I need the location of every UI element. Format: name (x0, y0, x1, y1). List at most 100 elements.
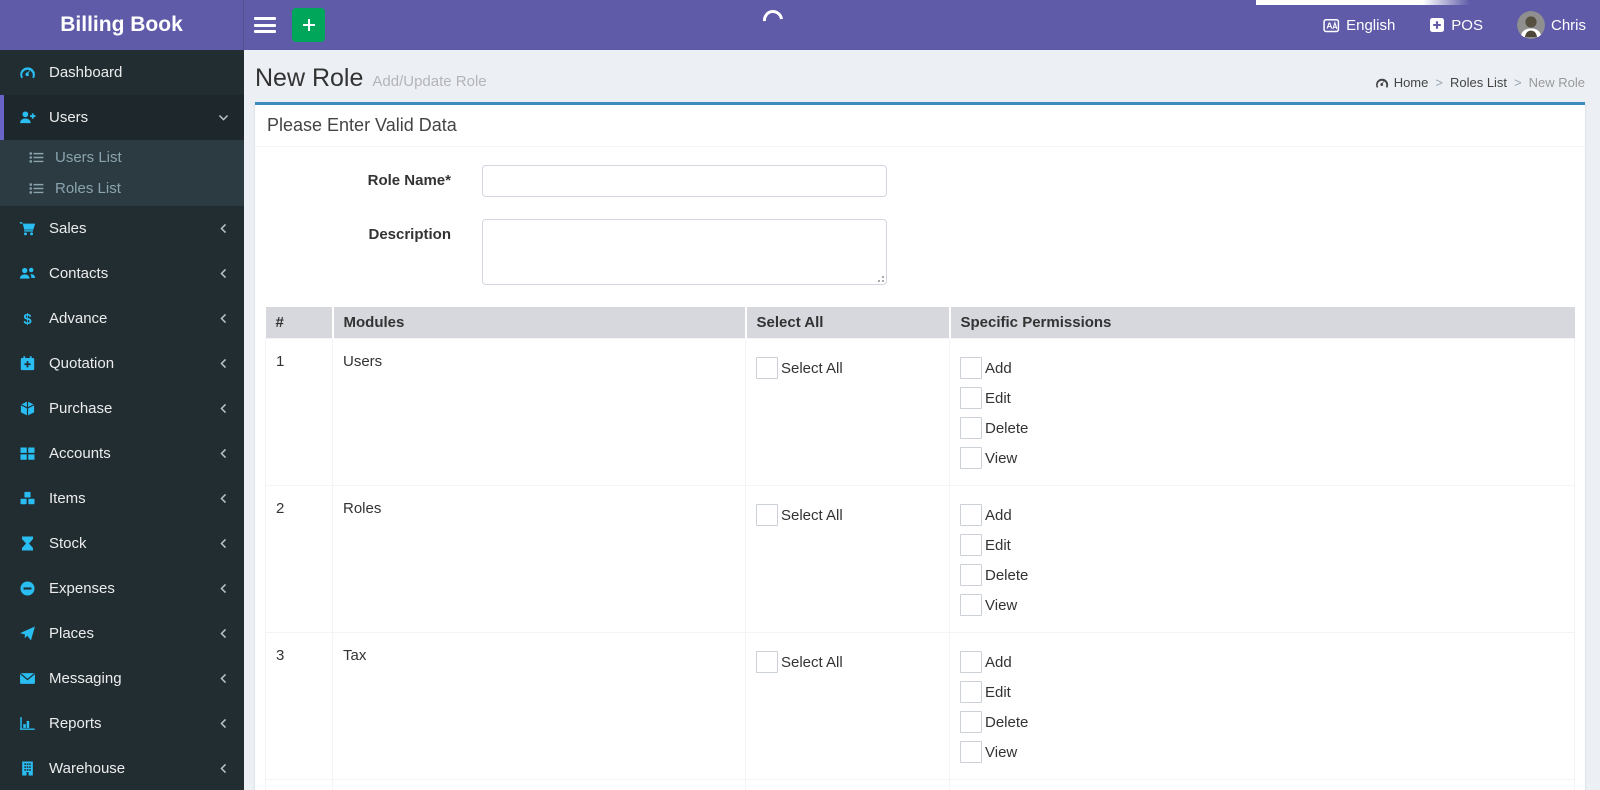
chevron-down-icon (217, 111, 230, 124)
sidebar-subitem-label: Users List (55, 149, 122, 166)
breadcrumb-separator: > (1514, 75, 1522, 90)
permission-checkbox-add[interactable] (960, 504, 982, 526)
permission-label: View (985, 743, 1018, 761)
panel-heading: Please Enter Valid Data (255, 105, 1585, 147)
sidebar: Dashboard Users Users List Roles List Sales C… (0, 50, 244, 790)
quick-add-button[interactable] (292, 8, 325, 42)
sidebar-item-messaging[interactable]: Messaging (0, 656, 244, 701)
chevron-left-icon (217, 627, 230, 640)
sidebar-item-label: Places (49, 625, 95, 642)
sidebar-item-users-list[interactable]: Users List (0, 142, 244, 173)
sidebar-item-users[interactable]: Users (0, 95, 244, 140)
content-header: New Role Add/Update Role Home > Roles Li… (244, 50, 1600, 93)
permission-checkbox-delete[interactable] (960, 417, 982, 439)
sidebar-item-contacts[interactable]: Contacts (0, 251, 244, 296)
sidebar-item-label: Advance (49, 310, 108, 327)
sidebar-item-label: Expenses (49, 580, 115, 597)
permission-checkbox-view[interactable] (960, 447, 982, 469)
breadcrumb-separator: > (1435, 75, 1443, 90)
col-header-modules: Modules (332, 307, 747, 339)
svg-text:$: $ (23, 312, 32, 327)
select-all-checkbox[interactable] (756, 357, 778, 379)
chevron-left-icon (217, 357, 230, 370)
permission-option-delete: Delete (960, 417, 1564, 439)
main-content: New Role Add/Update Role Home > Roles Li… (244, 50, 1600, 790)
resize-grip-icon[interactable] (876, 274, 884, 282)
dollar-icon: $ (16, 310, 38, 327)
sidebar-item-warehouse[interactable]: Warehouse (0, 746, 244, 790)
language-label: English (1346, 16, 1396, 34)
role-name-label: Role Name* (367, 172, 451, 189)
select-all-checkbox[interactable] (756, 504, 778, 526)
permission-checkbox-edit[interactable] (960, 387, 982, 409)
select-all-option: Select All (756, 504, 939, 526)
description-textarea[interactable] (482, 219, 887, 285)
permission-option-delete: Delete (960, 564, 1564, 586)
select-all-label: Select All (781, 506, 843, 524)
pos-button[interactable]: POS (1429, 17, 1483, 34)
sidebar-item-items[interactable]: Items (0, 476, 244, 521)
sidebar-item-reports[interactable]: Reports (0, 701, 244, 746)
sidebar-toggle-button[interactable] (254, 17, 276, 33)
chevron-left-icon (217, 582, 230, 595)
permission-option-add: Add (960, 651, 1564, 673)
permission-checkbox-add[interactable] (960, 357, 982, 379)
permission-checkbox-add[interactable] (960, 651, 982, 673)
sidebar-item-label: Accounts (49, 445, 111, 462)
sidebar-item-purchase[interactable]: Purchase (0, 386, 244, 431)
select-all-label: Select All (781, 653, 843, 671)
sidebar-item-sales[interactable]: Sales (0, 206, 244, 251)
row-number: 1 (265, 338, 333, 486)
sidebar-item-label: Sales (49, 220, 87, 237)
permission-label: Delete (985, 713, 1029, 731)
tachometer-icon (16, 64, 38, 81)
sidebar-subitem-label: Roles List (55, 180, 121, 197)
permission-label: Edit (985, 536, 1011, 554)
permission-checkbox-edit[interactable] (960, 681, 982, 703)
sidebar-item-label: Dashboard (49, 64, 123, 81)
module-name: Tax (332, 632, 746, 780)
permission-checkbox-delete[interactable] (960, 564, 982, 586)
select-all-checkbox[interactable] (756, 651, 778, 673)
permission-checkbox-view[interactable] (960, 741, 982, 763)
sidebar-item-advance[interactable]: $ Advance (0, 296, 244, 341)
specific-permissions-cell: Add Edit Delete View (949, 485, 1575, 633)
sidebar-item-expenses[interactable]: Expenses (0, 566, 244, 611)
permission-checkbox-view[interactable] (960, 594, 982, 616)
specific-permissions-cell: Add Edit Delete View (949, 338, 1575, 486)
chevron-left-icon (217, 537, 230, 550)
role-name-input[interactable] (482, 165, 887, 197)
permission-checkbox-edit[interactable] (960, 534, 982, 556)
bar-chart-icon (16, 715, 38, 732)
module-name: Users (332, 338, 746, 486)
dashboard-icon (1375, 76, 1389, 90)
permission-option-delete: Delete (960, 711, 1564, 733)
permission-checkbox-delete[interactable] (960, 711, 982, 733)
permission-label: View (985, 449, 1018, 467)
sidebar-item-accounts[interactable]: Accounts (0, 431, 244, 476)
list-icon (26, 180, 46, 197)
breadcrumb-home[interactable]: Home (1375, 75, 1428, 90)
top-navbar: Billing Book A English POS Chris (0, 0, 1600, 50)
avatar (1516, 11, 1545, 39)
cube-icon (16, 400, 38, 417)
sidebar-item-dashboard[interactable]: Dashboard (0, 50, 244, 95)
th-large-icon (16, 445, 38, 462)
breadcrumb: Home > Roles List > New Role (1375, 75, 1585, 90)
permission-label: View (985, 596, 1018, 614)
user-menu[interactable]: Chris (1516, 11, 1586, 39)
sidebar-item-stock[interactable]: Stock (0, 521, 244, 566)
table-header-row: # Modules Select All Specific Permission… (265, 307, 1575, 339)
chevron-left-icon (217, 222, 230, 235)
sidebar-item-quotation[interactable]: Quotation (0, 341, 244, 386)
sidebar-item-places[interactable]: Places (0, 611, 244, 656)
permission-label: Delete (985, 419, 1029, 437)
sidebar-item-roles-list[interactable]: Roles List (0, 173, 244, 204)
breadcrumb-current: New Role (1528, 75, 1585, 90)
app-logo[interactable]: Billing Book (0, 0, 244, 50)
role-form-panel: Please Enter Valid Data Role Name* Descr… (255, 102, 1585, 790)
table-row-roles: 2 Roles Select All Add Edit Delete View (265, 485, 1575, 633)
user-plus-icon (16, 109, 38, 126)
language-menu[interactable]: A English (1323, 17, 1395, 34)
breadcrumb-roles-list[interactable]: Roles List (1450, 75, 1507, 90)
